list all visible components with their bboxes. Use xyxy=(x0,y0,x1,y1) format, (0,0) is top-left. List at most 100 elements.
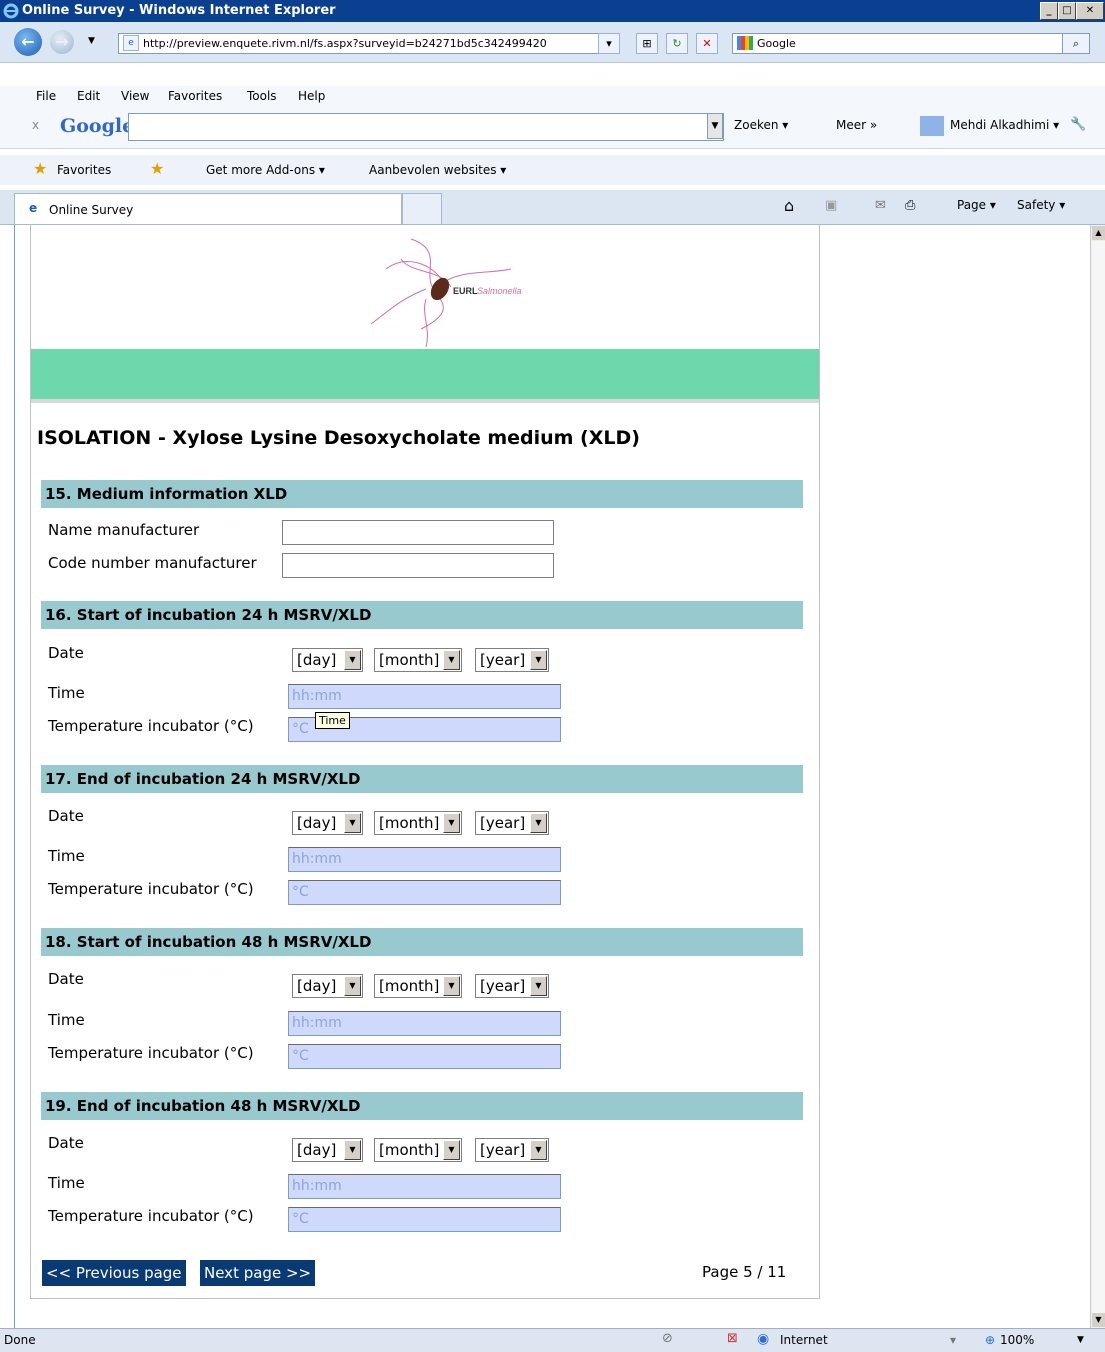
vertical-scrollbar[interactable]: ▲ ▼ xyxy=(1090,225,1105,1328)
close-toolbar-icon[interactable]: x xyxy=(32,118,39,132)
maximize-button[interactable]: □ xyxy=(1058,2,1076,20)
day-select[interactable]: [day] ▼ xyxy=(292,1138,363,1162)
year-value: [year] xyxy=(480,977,526,995)
menu-view[interactable]: View xyxy=(121,89,149,103)
mail-icon[interactable]: ✉ xyxy=(875,198,886,213)
temperature-input[interactable]: °C xyxy=(288,1207,561,1232)
section-15-heading: 15. Medium information XLD xyxy=(41,480,803,508)
eurl-salmonella-logo: EURL Salmonella xyxy=(370,238,522,347)
time-input[interactable]: hh:mm xyxy=(288,1011,561,1036)
google-search-input[interactable] xyxy=(128,113,724,141)
favorites-button[interactable]: Favorites xyxy=(57,163,111,177)
temperature-label: Temperature incubator (°C) xyxy=(48,1044,254,1062)
search-button[interactable]: ⌕ xyxy=(1062,33,1090,54)
scroll-track[interactable] xyxy=(1092,241,1105,1313)
tab-strip: e Online Survey ⌂ ▣ ✉ ⎙ Page ▾ Safety ▾ xyxy=(0,190,1105,225)
zoom-level[interactable]: 100% xyxy=(1000,1333,1034,1347)
wrench-icon[interactable]: 🔧 xyxy=(1070,117,1086,132)
address-bar[interactable]: e http://preview.enquete.rivm.nl/fs.aspx?… xyxy=(118,33,616,54)
time-input[interactable]: hh:mm xyxy=(288,1174,561,1199)
time-input[interactable]: hh:mm xyxy=(288,847,561,872)
month-value: [month] xyxy=(379,651,440,669)
year-select[interactable]: [year] ▼ xyxy=(475,1138,549,1162)
chevron-down-icon: ▼ xyxy=(530,1140,547,1160)
year-value: [year] xyxy=(480,651,526,669)
feeds-icon[interactable]: ▣ xyxy=(825,198,837,213)
menu-bar: File Edit View Favorites Tools Help xyxy=(0,86,1105,108)
refresh-icon[interactable]: ↻ xyxy=(666,33,688,54)
print-icon[interactable]: ⎙ xyxy=(905,198,915,213)
window-title: Online Survey - Windows Internet Explore… xyxy=(22,3,336,18)
security-zone-label: Internet xyxy=(780,1333,828,1347)
day-select[interactable]: [day] ▼ xyxy=(292,811,363,835)
history-dropdown-icon[interactable]: ▼ xyxy=(88,36,95,46)
chevron-down-icon: ▼ xyxy=(443,1140,460,1160)
month-select[interactable]: [month] ▼ xyxy=(374,648,462,672)
page-icon: e xyxy=(123,35,139,51)
compat-view-icon[interactable]: ⊞ xyxy=(636,33,658,54)
get-addons-link[interactable]: Get more Add-ons ▾ xyxy=(206,163,325,177)
minimize-button[interactable]: _ xyxy=(1040,2,1058,20)
add-ons-status-icon[interactable]: ▾ xyxy=(950,1333,956,1347)
privacy-icon[interactable]: ⊘ xyxy=(662,1331,673,1346)
meer-button[interactable]: Meer » xyxy=(836,118,877,132)
time-input[interactable]: hh:mm xyxy=(288,684,561,709)
previous-page-button[interactable]: << Previous page xyxy=(42,1260,186,1286)
menu-edit[interactable]: Edit xyxy=(77,89,100,103)
year-select[interactable]: [year] ▼ xyxy=(475,974,549,998)
user-menu[interactable]: Mehdi Alkadhimi ▾ xyxy=(950,118,1059,132)
month-value: [month] xyxy=(379,814,440,832)
protected-mode-icon: ⊠ xyxy=(727,1331,738,1346)
month-value: [month] xyxy=(379,1141,440,1159)
temperature-input[interactable]: °C xyxy=(288,1044,561,1069)
scroll-up-icon[interactable]: ▲ xyxy=(1092,226,1105,240)
recommended-sites-link[interactable]: Aanbevolen websites ▾ xyxy=(369,163,506,177)
stop-icon[interactable]: ✕ xyxy=(696,33,718,54)
chevron-down-icon: ▼ xyxy=(443,813,460,833)
day-select[interactable]: [day] ▼ xyxy=(292,648,363,672)
zoeken-button[interactable]: Zoeken ▾ xyxy=(734,118,788,132)
back-button[interactable]: ← xyxy=(14,28,42,56)
year-select[interactable]: [year] ▼ xyxy=(475,811,549,835)
add-favorite-icon[interactable]: ★ xyxy=(150,159,164,178)
page-menu[interactable]: Page ▾ xyxy=(957,198,996,212)
chevron-down-icon: ▼ xyxy=(530,813,547,833)
month-select[interactable]: [month] ▼ xyxy=(374,1138,462,1162)
tab-title: Online Survey xyxy=(49,203,134,217)
temperature-input[interactable]: °C xyxy=(288,880,561,905)
menu-file[interactable]: File xyxy=(36,89,56,103)
menu-favorites[interactable]: Favorites xyxy=(168,89,222,103)
month-select[interactable]: [month] ▼ xyxy=(374,974,462,998)
menu-tools[interactable]: Tools xyxy=(247,89,277,103)
time-label: Time xyxy=(48,1174,85,1192)
search-input[interactable]: Google xyxy=(732,33,1064,54)
google-search-dropdown-icon[interactable]: ▼ xyxy=(707,113,723,139)
scroll-down-icon[interactable]: ▼ xyxy=(1092,1313,1105,1327)
zoom-dropdown-icon[interactable]: ▼ xyxy=(1077,1335,1084,1345)
year-select[interactable]: [year] ▼ xyxy=(475,648,549,672)
ie-logo-icon xyxy=(3,3,19,19)
safety-menu[interactable]: Safety ▾ xyxy=(1017,198,1065,212)
section-19-heading: 19. End of incubation 48 h MSRV/XLD xyxy=(41,1092,803,1120)
chevron-down-icon: ▼ xyxy=(443,650,460,670)
month-select[interactable]: [month] ▼ xyxy=(374,811,462,835)
day-select[interactable]: [day] ▼ xyxy=(292,974,363,998)
tab-online-survey[interactable]: e Online Survey xyxy=(14,193,402,224)
new-tab-button[interactable] xyxy=(402,193,442,225)
section-17-heading: 17. End of incubation 24 h MSRV/XLD xyxy=(41,765,803,793)
next-page-button[interactable]: Next page >> xyxy=(200,1260,316,1286)
name-manufacturer-input[interactable] xyxy=(282,520,554,545)
menu-help[interactable]: Help xyxy=(298,89,325,103)
survey-panel: EURL Salmonella ISOLATION - Xylose Lysin… xyxy=(30,225,820,1299)
forward-button[interactable]: → xyxy=(50,30,74,54)
chevron-down-icon: ▼ xyxy=(530,650,547,670)
banner-green-bar xyxy=(31,349,819,399)
close-button[interactable]: ✕ xyxy=(1076,2,1104,20)
code-number-input[interactable] xyxy=(282,553,554,578)
section-18-heading: 18. Start of incubation 48 h MSRV/XLD xyxy=(41,928,803,956)
address-dropdown-icon[interactable]: ▾ xyxy=(598,33,620,54)
google-icon xyxy=(737,36,753,50)
home-icon[interactable]: ⌂ xyxy=(784,196,794,215)
user-avatar xyxy=(920,116,944,136)
google-logo: Google xyxy=(60,115,135,137)
